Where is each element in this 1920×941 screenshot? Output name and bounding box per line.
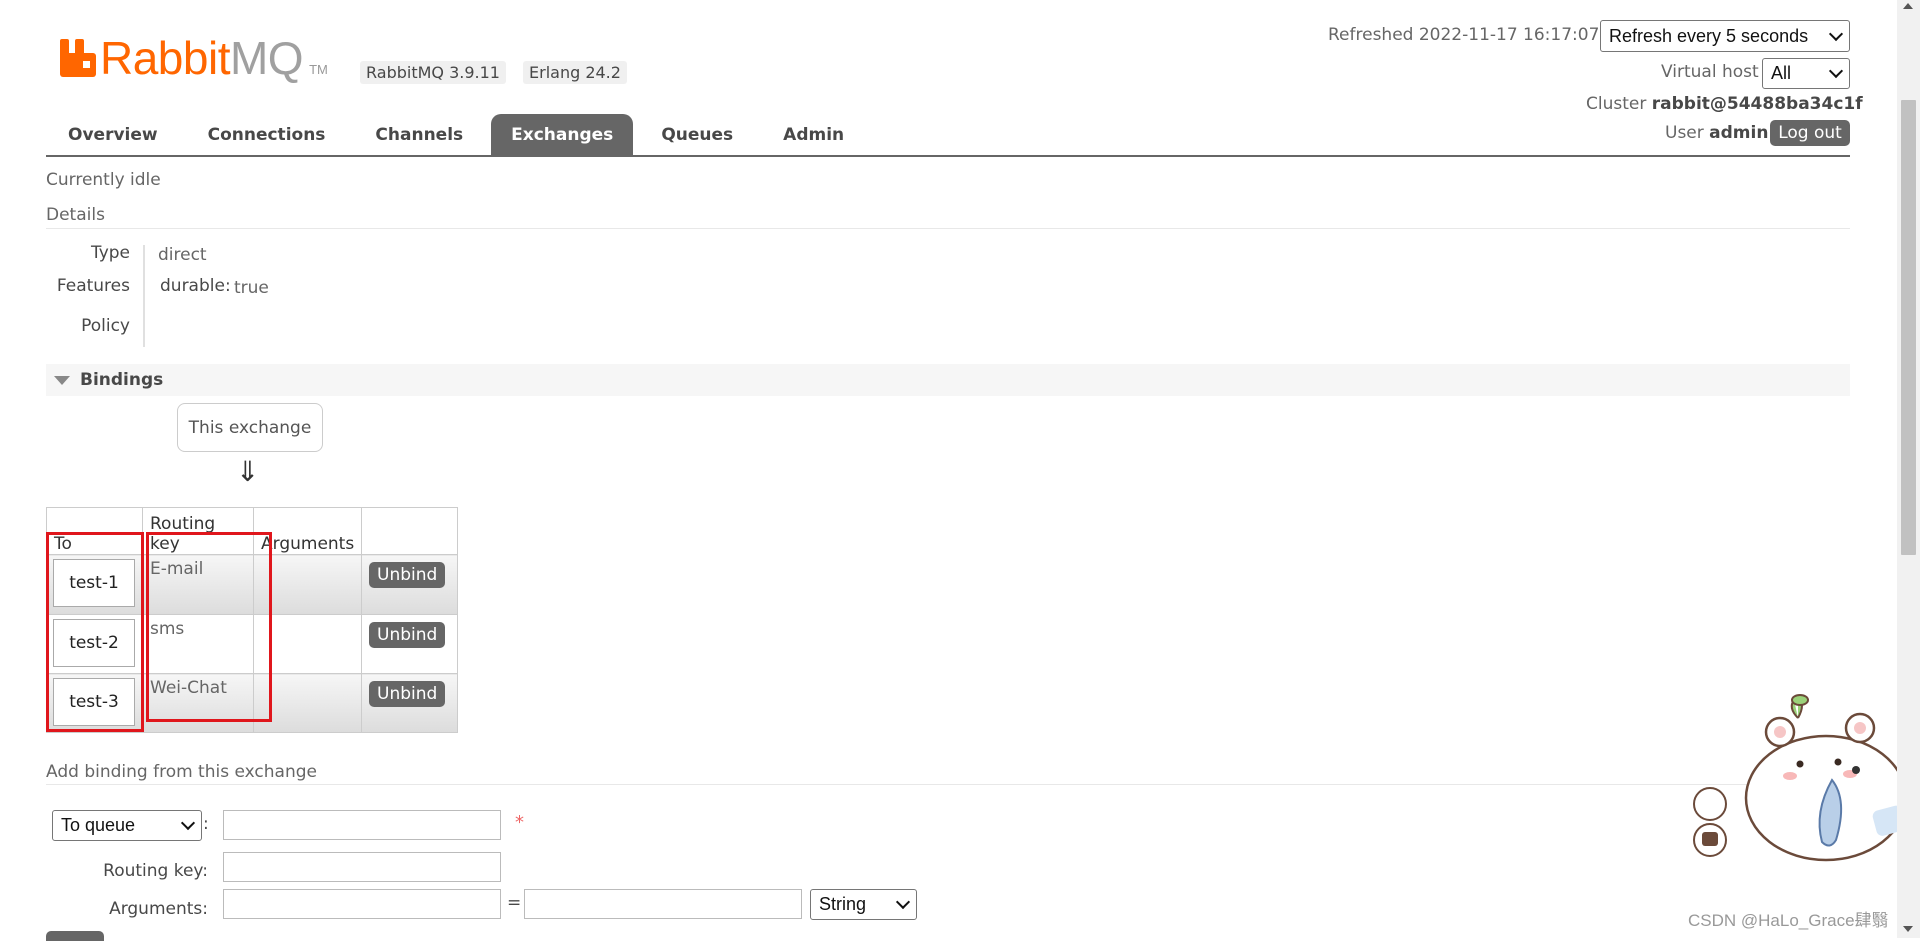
argument-value-input[interactable] [524, 889, 802, 919]
routing-key-label: Routing key: [103, 861, 208, 881]
scrollbar-thumb[interactable] [1901, 100, 1916, 555]
refresh-interval-value: Refresh every 5 seconds [1609, 25, 1809, 46]
tab-overview[interactable]: Overview [46, 114, 180, 156]
scroll-up-arrow-icon[interactable] [1903, 3, 1913, 9]
destination-colon: : [203, 814, 209, 834]
virtual-host-value: All [1771, 63, 1792, 83]
virtual-host-select[interactable]: All [1762, 58, 1850, 89]
erlang-version-badge: Erlang 24.2 [523, 61, 627, 84]
logo-trademark: TM [309, 61, 328, 77]
bind-button[interactable] [46, 931, 104, 941]
argument-type-select[interactable]: String [810, 889, 917, 920]
argument-key-input[interactable] [223, 889, 501, 919]
durable-key: durable: [160, 276, 231, 296]
tab-channels[interactable]: Channels [353, 114, 485, 156]
highlight-routing-keys-box [146, 532, 272, 722]
features-label: Features [56, 276, 130, 296]
chevron-down-icon [1828, 26, 1844, 41]
cluster-info: Cluster rabbit@54488ba34c1f [1586, 94, 1863, 114]
unbind-button[interactable]: Unbind [369, 681, 446, 707]
equals-sign: = [507, 893, 522, 913]
unbind-button[interactable]: Unbind [369, 622, 446, 648]
routing-key-input[interactable] [223, 852, 501, 882]
durable-value: true [234, 278, 269, 298]
scroll-down-arrow-icon[interactable] [1903, 926, 1913, 932]
required-marker: * [515, 812, 524, 833]
highlight-queues-box [46, 532, 144, 732]
rabbitmq-version-badge: RabbitMQ 3.9.11 [360, 61, 506, 84]
add-binding-section-title[interactable]: Add binding from this exchange [46, 762, 317, 782]
unbind-button[interactable]: Unbind [369, 562, 446, 588]
logo-text: RabbitMQ [100, 32, 304, 84]
status-text: Currently idle [46, 170, 161, 190]
binding-destination-value: To queue [61, 815, 136, 835]
policy-label: Policy [81, 316, 130, 336]
divider [46, 228, 1850, 229]
binding-destination-select[interactable]: To queue [52, 810, 202, 841]
details-separator [143, 245, 145, 347]
bear-mascot-sticker-icon [1693, 694, 1908, 862]
collapse-triangle-icon[interactable] [54, 376, 70, 385]
column-header-actions [361, 507, 459, 555]
virtual-host-label: Virtual host [1661, 62, 1759, 82]
tab-underline [46, 155, 1850, 157]
user-name: admin [1709, 123, 1769, 143]
user-label: User [1665, 123, 1704, 143]
type-label: Type [90, 243, 130, 263]
details-section-title[interactable]: Details [46, 205, 105, 225]
bindings-section-header[interactable] [46, 364, 1850, 396]
chevron-down-icon [895, 894, 911, 910]
cluster-label: Cluster [1586, 94, 1647, 114]
refreshed-timestamp: Refreshed 2022-11-17 16:17:07 [1328, 25, 1600, 45]
divider [46, 784, 1850, 785]
tab-queues[interactable]: Queues [639, 114, 755, 156]
rabbitmq-logo-icon [60, 39, 96, 77]
main-nav-tabs: Overview Connections Channels Exchanges … [46, 114, 872, 156]
bindings-section-title[interactable]: Bindings [80, 370, 163, 390]
this-exchange-box: This exchange [177, 403, 323, 452]
csdn-watermark: CSDN @HaLo_Grace肆翳 [1688, 911, 1889, 930]
refresh-interval-select[interactable]: Refresh every 5 seconds [1600, 20, 1850, 52]
chevron-down-icon [1828, 63, 1844, 79]
rabbitmq-logo[interactable]: RabbitMQ TM [60, 35, 328, 81]
tab-exchanges[interactable]: Exchanges [491, 114, 634, 156]
user-info: User admin [1665, 123, 1768, 143]
cluster-name: rabbit@54488ba34c1f [1651, 94, 1863, 114]
tab-admin[interactable]: Admin [761, 114, 866, 156]
destination-name-input[interactable] [223, 810, 501, 840]
arguments-label: Arguments: [109, 899, 208, 919]
down-arrow-icon: ⇓ [236, 455, 260, 488]
logout-button[interactable]: Log out [1770, 120, 1850, 146]
argument-type-value: String [819, 894, 867, 914]
chevron-down-icon [180, 815, 196, 831]
type-value: direct [158, 245, 207, 265]
tab-connections[interactable]: Connections [186, 114, 348, 156]
